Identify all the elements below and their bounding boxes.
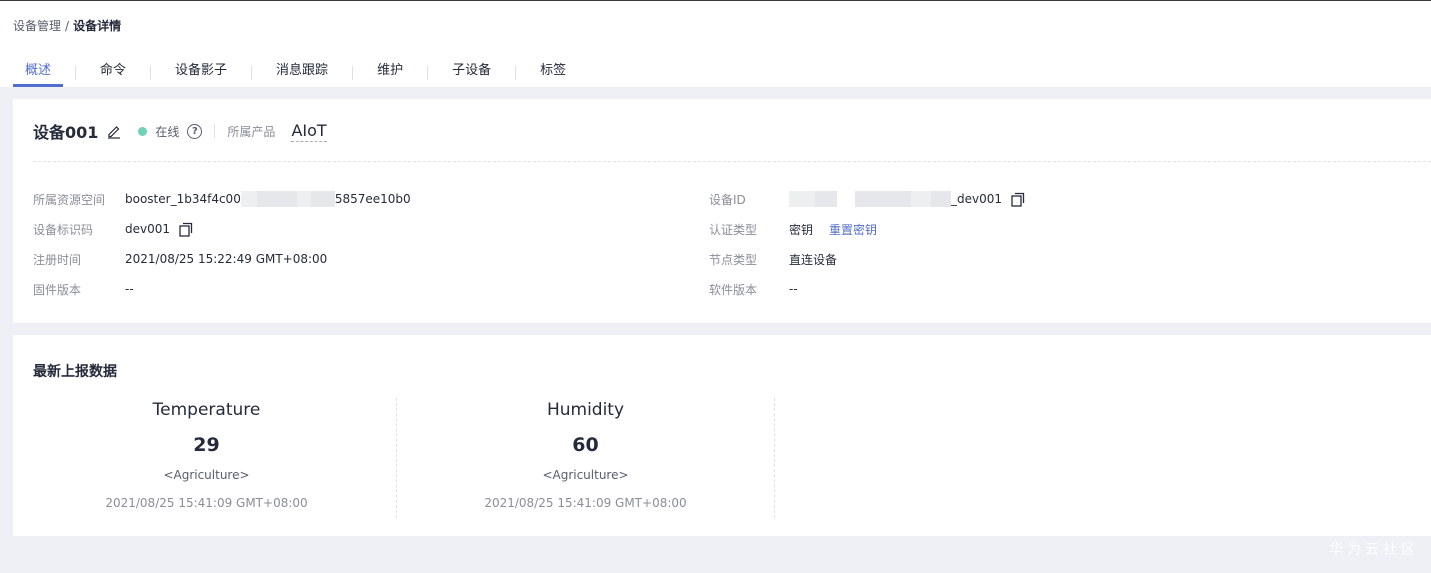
- copy-icon[interactable]: [1010, 191, 1026, 207]
- software-version-label: 软件版本: [709, 282, 758, 297]
- software-version-row: 软件版本 --: [709, 280, 798, 298]
- tab-divider: [352, 66, 354, 80]
- tab-divider: [75, 66, 77, 80]
- device-header: 设备001 在线 ? 所属产品 AIoT: [33, 119, 327, 143]
- resource-space-prefix: booster_1b34f4c00: [125, 192, 241, 206]
- node-type-value: 直连设备: [789, 252, 838, 267]
- device-name: 设备001: [33, 123, 99, 142]
- auth-type-value: 密钥: [789, 222, 814, 237]
- resource-space-value: booster_1b34f4c00 5857ee10b0: [125, 191, 411, 207]
- breadcrumb-current: 设备详情: [73, 19, 122, 33]
- tab-device-shadow[interactable]: 设备影子: [163, 59, 239, 87]
- firmware-version-label: 固件版本: [33, 282, 82, 297]
- watermark: 华为云社区: [1329, 542, 1419, 558]
- breadcrumb-separator: /: [65, 18, 70, 33]
- masked-text: [911, 191, 931, 207]
- page-header: 设备管理 / 设备详情 概述 命令 设备影子 消息跟踪 维护 子设备 标签: [0, 0, 1431, 87]
- metric-value: 29: [193, 434, 220, 456]
- node-type-label: 节点类型: [709, 252, 758, 267]
- firmware-version-value: --: [125, 282, 134, 296]
- tab-maintenance[interactable]: 维护: [365, 59, 415, 87]
- tab-divider: [150, 66, 152, 80]
- metric-card: Temperature 29 <Agriculture> 2021/08/25 …: [17, 398, 396, 518]
- breadcrumb-parent[interactable]: 设备管理: [13, 17, 61, 34]
- software-version-value: --: [789, 282, 798, 296]
- breadcrumb: 设备管理 / 设备详情: [13, 17, 121, 34]
- metric-name: Temperature: [152, 400, 261, 420]
- register-time-label: 注册时间: [33, 252, 82, 267]
- masked-text: [240, 191, 257, 207]
- auth-type-label: 认证类型: [709, 222, 758, 237]
- help-icon[interactable]: ?: [187, 123, 203, 139]
- masked-text: [296, 191, 311, 207]
- metric-service: <Agriculture>: [542, 468, 629, 482]
- register-time-value: 2021/08/25 15:22:49 GMT+08:00: [125, 252, 328, 266]
- metric-time: 2021/08/25 15:41:09 GMT+08:00: [484, 496, 687, 510]
- status-text: 在线: [155, 124, 180, 139]
- tab-tags[interactable]: 标签: [528, 59, 578, 87]
- device-code-value: dev001: [125, 222, 171, 236]
- metric-value: 60: [572, 434, 599, 456]
- resource-space-suffix: 5857ee10b0: [334, 192, 411, 206]
- device-code-label: 设备标识码: [33, 222, 94, 237]
- tab-divider: [251, 66, 253, 80]
- header-divider-line: [33, 161, 1431, 162]
- metric-name: Humidity: [546, 400, 625, 420]
- metric-card: Humidity 60 <Agriculture> 2021/08/25 15:…: [396, 398, 775, 518]
- copy-icon[interactable]: [178, 221, 194, 237]
- masked-text: [256, 191, 297, 207]
- firmware-version-row: 固件版本 --: [33, 280, 134, 298]
- register-time-row: 注册时间 2021/08/25 15:22:49 GMT+08:00: [33, 250, 327, 268]
- tab-divider: [515, 66, 517, 80]
- metric-service: <Agriculture>: [163, 468, 250, 482]
- tab-overview[interactable]: 概述: [13, 59, 64, 87]
- masked-text: [789, 191, 815, 207]
- online-status-dot: [138, 126, 148, 136]
- edit-icon[interactable]: [106, 123, 122, 139]
- masked-text: [310, 191, 335, 207]
- masked-text: [815, 191, 837, 207]
- header-divider: [214, 124, 216, 138]
- masked-text: [855, 191, 911, 207]
- tab-commands[interactable]: 命令: [88, 59, 138, 87]
- device-info-card: 设备001 在线 ? 所属产品 AIoT 所属资源空间 booster_1b34…: [13, 99, 1431, 323]
- tab-divider: [427, 66, 429, 80]
- node-type-row: 节点类型 直连设备: [709, 250, 837, 268]
- masked-text: [931, 191, 951, 207]
- metric-time: 2021/08/25 15:41:09 GMT+08:00: [105, 496, 308, 510]
- tab-sub-devices[interactable]: 子设备: [440, 59, 503, 87]
- auth-type-row: 认证类型 密钥 重置密钥: [709, 220, 877, 238]
- latest-report-card: 最新上报数据 Temperature 29 <Agriculture> 2021…: [13, 335, 1431, 536]
- reset-secret-link[interactable]: 重置密钥: [829, 221, 877, 238]
- product-label: 所属产品: [227, 124, 276, 139]
- device-code-row: 设备标识码 dev001: [33, 220, 194, 238]
- device-id-value: _dev001: [789, 191, 1002, 207]
- resource-space-label: 所属资源空间: [33, 192, 106, 207]
- device-id-row: 设备ID _dev001: [709, 190, 1026, 208]
- resource-space-row: 所属资源空间 booster_1b34f4c00 5857ee10b0: [33, 190, 411, 208]
- tab-bar: 概述 命令 设备影子 消息跟踪 维护 子设备 标签: [13, 59, 578, 87]
- tab-message-trace[interactable]: 消息跟踪: [264, 59, 340, 87]
- section-title: 最新上报数据: [33, 364, 117, 380]
- device-id-suffix: _dev001: [951, 192, 1003, 206]
- product-link[interactable]: AIoT: [291, 121, 327, 142]
- device-id-label: 设备ID: [709, 192, 746, 207]
